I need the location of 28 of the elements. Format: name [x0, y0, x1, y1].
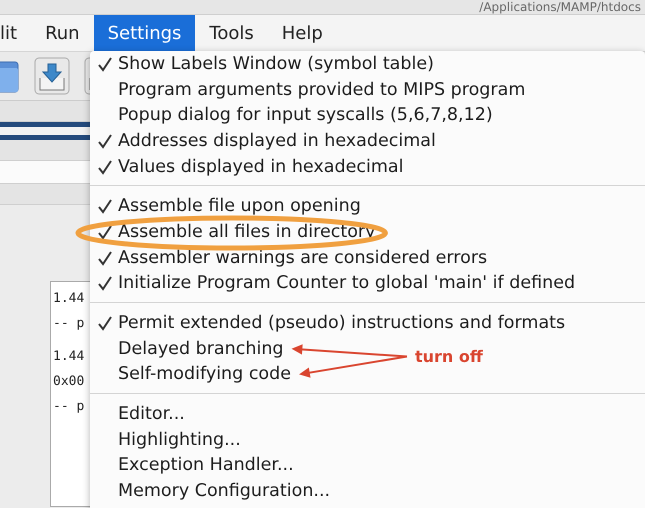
- menu-option[interactable]: Highlighting...: [90, 426, 241, 453]
- menu-option[interactable]: Show Labels Window (symbol table): [90, 51, 434, 77]
- menu-option[interactable]: Assembler warnings are considered errors: [90, 244, 488, 270]
- menu-item[interactable]: lit: [0, 15, 32, 51]
- menu-option[interactable]: Exception Handler...: [90, 452, 294, 478]
- menu-option[interactable]: Addresses displayed in hexadecimal: [90, 128, 436, 154]
- menu-option[interactable]: Initialize Program Counter to global 'main' if defined: [90, 270, 576, 296]
- menu-option[interactable]: Memory Configuration...: [90, 478, 330, 504]
- console-line: -- p: [53, 398, 84, 416]
- menu-option[interactable]: Assemble file upon opening: [90, 193, 361, 220]
- menu-option[interactable]: Delayed branching: [90, 336, 284, 362]
- menu-option[interactable]: Permit extended (pseudo) instructions and formats: [90, 310, 566, 336]
- menu-item[interactable]: Help: [268, 15, 337, 51]
- console-line: 0x00: [53, 373, 84, 391]
- menu-option[interactable]: Editor...: [90, 401, 185, 427]
- menu-item[interactable]: Settings: [94, 15, 196, 51]
- menu-option[interactable]: Self-modifying code: [90, 362, 292, 388]
- console-line: 1.44: [53, 290, 84, 308]
- menu-option[interactable]: Program arguments provided to MIPS program: [90, 76, 526, 102]
- menu-item[interactable]: Tools: [195, 15, 268, 51]
- menu-item[interactable]: Run: [31, 15, 94, 51]
- window-title: /Applications/MAMP/htdocs: [479, 0, 642, 14]
- menu-option[interactable]: Assemble all files in directory: [90, 219, 376, 245]
- annotation-note: turn off: [415, 347, 483, 366]
- console-line: -- p: [53, 315, 84, 333]
- menu-option[interactable]: Values displayed in hexadecimal: [90, 154, 404, 180]
- console-line: 1.44: [53, 348, 84, 366]
- menu-option[interactable]: Popup dialog for input syscalls (5,6,7,8,12): [90, 102, 493, 128]
